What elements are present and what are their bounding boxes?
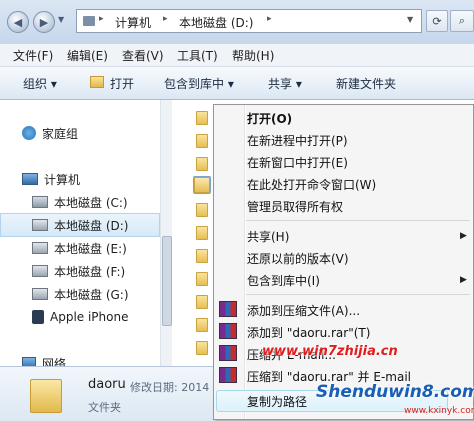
winrar-icon (219, 301, 237, 317)
drive-icon (32, 242, 48, 254)
breadcrumb-drive-d[interactable]: 本地磁盘 (D:) (179, 14, 253, 31)
command-bar: 组织 ▾ 打开 包含到库中 ▾ 共享 ▾ 新建文件夹 (0, 67, 474, 100)
folder-icon[interactable] (196, 295, 208, 309)
context-menu-separator (246, 220, 470, 221)
folder-icon[interactable] (196, 111, 208, 125)
nav-drive-c-label: 本地磁盘 (C:) (54, 195, 128, 210)
ctx-take-ownership[interactable]: 管理员取得所有权 (247, 198, 343, 216)
watermark-site: Shenduwin8.com (316, 382, 474, 402)
open-folder-icon (90, 76, 104, 88)
include-in-library-button[interactable]: 包含到库中 ▾ (164, 75, 234, 92)
homegroup-icon (22, 126, 36, 140)
context-menu: 打开(O) 在新进程中打开(P) 在新窗口中打开(E) 在此处打开命令窗口(W)… (213, 104, 474, 420)
menu-view[interactable]: 查看(V) (122, 47, 164, 64)
recent-pages-dropdown-icon[interactable]: ▼ (58, 15, 64, 24)
address-bar-row: ◀ ▶ ▼ ▸ 计算机 ▸ 本地磁盘 (D:) ▸ ▼ ⟳ ⌕ (0, 0, 474, 44)
nav-computer-label: 计算机 (44, 172, 81, 187)
folder-icon[interactable] (196, 272, 208, 286)
forward-arrow-icon[interactable]: ▶ (33, 11, 55, 33)
ctx-open-new-process[interactable]: 在新进程中打开(P) (247, 132, 348, 150)
details-type: 文件夹 (88, 401, 121, 414)
context-menu-separator (246, 294, 470, 295)
new-folder-button[interactable]: 新建文件夹 (336, 75, 396, 92)
computer-icon (83, 16, 95, 26)
ctx-open-new-window[interactable]: 在新窗口中打开(E) (247, 154, 348, 172)
details-name: daoru (88, 377, 126, 392)
folder-icon[interactable] (196, 318, 208, 332)
ctx-add-to-archive[interactable]: 添加到压缩文件(A)... (247, 302, 360, 320)
nav-drive-d-label: 本地磁盘 (D:) (54, 218, 129, 233)
drive-icon (32, 265, 48, 277)
nav-homegroup-label: 家庭组 (42, 126, 79, 141)
drive-icon (32, 288, 48, 300)
system-drive-icon (32, 196, 48, 208)
folder-icon[interactable] (196, 157, 208, 171)
watermark-site-secondary: www.kxinyk.com (404, 406, 474, 416)
open-button[interactable]: 打开 (110, 75, 134, 92)
address-box[interactable]: ▸ 计算机 ▸ 本地磁盘 (D:) ▸ ▼ (76, 9, 422, 33)
address-history-dropdown-icon[interactable]: ▼ (407, 15, 413, 24)
folder-icon[interactable] (196, 341, 208, 355)
ctx-add-to-daoru-rar[interactable]: 添加到 "daoru.rar"(T) (247, 324, 370, 342)
nav-drive-g[interactable]: 本地磁盘 (G:) (32, 284, 129, 304)
computer-icon (22, 173, 38, 185)
nav-drive-f-label: 本地磁盘 (F:) (54, 264, 126, 279)
breadcrumb-separator-icon: ▸ (267, 14, 272, 24)
folder-icon[interactable] (196, 203, 208, 217)
ctx-open[interactable]: 打开(O) (247, 110, 292, 128)
winrar-icon (219, 367, 237, 383)
ctx-open-command-window[interactable]: 在此处打开命令窗口(W) (247, 176, 376, 194)
menu-tools[interactable]: 工具(T) (177, 47, 218, 64)
breadcrumb-computer[interactable]: 计算机 (115, 14, 151, 31)
ctx-share[interactable]: 共享(H) (247, 228, 289, 246)
watermark-url: www.win7zhijia.cn (262, 344, 398, 359)
ctx-restore-previous-versions[interactable]: 还原以前的版本(V) (247, 250, 349, 268)
submenu-arrow-icon: ▶ (460, 275, 467, 285)
search-icon[interactable]: ⌕ (450, 10, 474, 32)
navigation-pane: 家庭组 计算机 本地磁盘 (C:) 本地磁盘 (D:) 本地磁盘 (E:) 本地… (0, 100, 172, 371)
breadcrumb-separator-icon: ▸ (99, 14, 104, 24)
ctx-copy-as-path[interactable]: 复制为路径 (247, 393, 307, 411)
context-menu-gutter (244, 105, 246, 419)
folder-icon[interactable] (196, 134, 208, 148)
drive-icon (32, 219, 48, 231)
nav-computer[interactable]: 计算机 (22, 169, 80, 189)
organize-button[interactable]: 组织 ▾ (23, 75, 57, 92)
menu-edit[interactable]: 编辑(E) (67, 47, 108, 64)
winrar-icon (219, 323, 237, 339)
folder-icon (30, 379, 62, 413)
menu-bar: 文件(F) 编辑(E) 查看(V) 工具(T) 帮助(H) (0, 44, 474, 67)
back-arrow-icon[interactable]: ◀ (7, 11, 29, 33)
nav-drive-d[interactable]: 本地磁盘 (D:) (32, 215, 128, 235)
nav-apple-iphone-label: Apple iPhone (50, 310, 129, 324)
nav-apple-iphone[interactable]: Apple iPhone (32, 307, 128, 327)
nav-drive-e[interactable]: 本地磁盘 (E:) (32, 238, 127, 258)
nav-drive-f[interactable]: 本地磁盘 (F:) (32, 261, 125, 281)
phone-icon (32, 310, 44, 324)
nav-drive-c[interactable]: 本地磁盘 (C:) (32, 192, 128, 212)
nav-homegroup[interactable]: 家庭组 (22, 123, 78, 143)
menu-help[interactable]: 帮助(H) (232, 47, 274, 64)
breadcrumb-separator-icon: ▸ (163, 14, 168, 24)
nav-scrollbar-thumb[interactable] (162, 236, 172, 326)
folder-icon[interactable] (196, 226, 208, 240)
nav-drive-g-label: 本地磁盘 (G:) (54, 287, 129, 302)
ctx-include-in-library[interactable]: 包含到库中(I) (247, 272, 320, 290)
folder-icon[interactable] (196, 249, 208, 263)
submenu-arrow-icon: ▶ (460, 231, 467, 241)
share-button[interactable]: 共享 ▾ (268, 75, 302, 92)
winrar-icon (219, 345, 237, 361)
nav-drive-e-label: 本地磁盘 (E:) (54, 241, 127, 256)
selected-folder-icon[interactable] (193, 176, 211, 194)
menu-file[interactable]: 文件(F) (13, 47, 53, 64)
refresh-icon[interactable]: ⟳ (426, 10, 448, 32)
details-modified: 修改日期: 2014 (130, 381, 210, 394)
